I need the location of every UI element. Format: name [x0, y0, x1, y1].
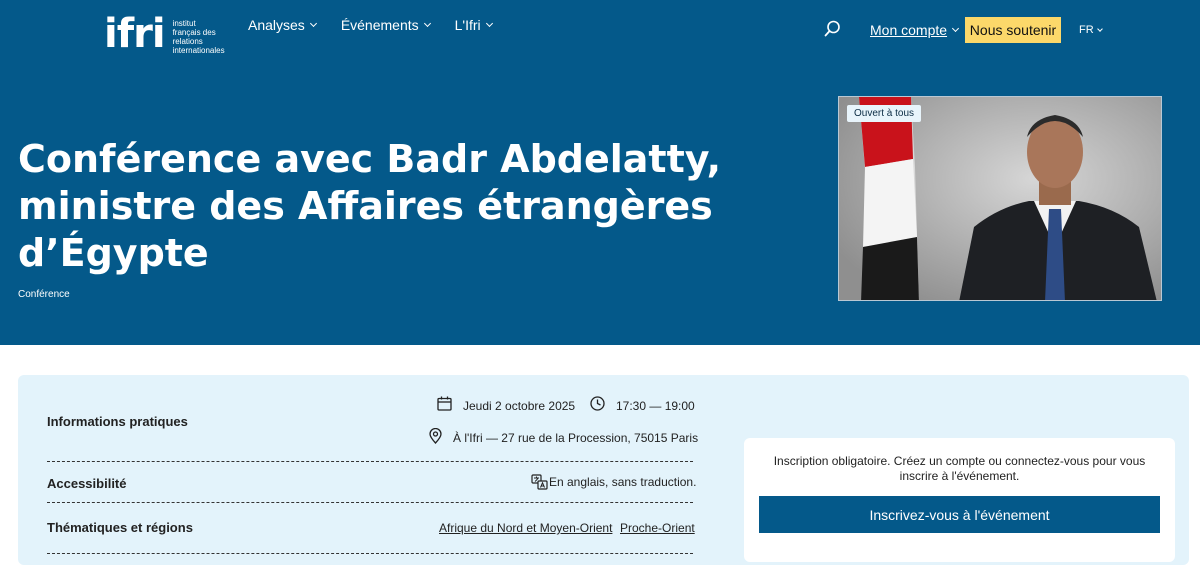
nav-item-evenements[interactable]: Événements: [340, 17, 431, 33]
location-pin-icon: [429, 428, 442, 444]
event-category: Conférence: [18, 289, 70, 300]
register-button[interactable]: Inscrivez-vous à l'événement: [759, 496, 1160, 533]
logo-line: français des: [172, 28, 216, 37]
chevron-down-icon: [309, 19, 317, 28]
language-label: FR: [1079, 24, 1094, 36]
nav-label: Analyses: [248, 17, 305, 33]
search-icon[interactable]: [824, 20, 841, 37]
chevron-down-icon: [423, 19, 431, 28]
topic-tag[interactable]: Proche-Orient: [620, 521, 695, 535]
logo-line: institut: [172, 19, 196, 28]
chevron-down-icon: [1096, 25, 1103, 32]
registration-card: Inscription obligatoire. Créez un compte…: [744, 438, 1175, 562]
nav-item-analyses[interactable]: Analyses: [248, 17, 317, 33]
account-label: Mon compte: [870, 22, 948, 38]
main-nav: Analyses Événements L'Ifri: [248, 17, 517, 33]
practical-info-panel: Informations pratiques Jeudi 2 octobre 2…: [18, 375, 1189, 565]
nav-label: Événements: [340, 17, 419, 33]
divider: [47, 553, 693, 554]
language-selector[interactable]: FR: [1079, 24, 1103, 36]
practical-info-label: Informations pratiques: [47, 414, 188, 429]
clock-icon: [590, 396, 605, 411]
event-title: Conférence avec Badr Abdelatty, ministre…: [18, 137, 721, 275]
nav-label: L'Ifri: [454, 17, 481, 33]
event-photo: Ouvert à tous: [838, 96, 1162, 301]
event-date: Jeudi 2 octobre 2025: [463, 399, 576, 413]
chevron-down-icon: [485, 19, 493, 28]
topics-label: Thématiques et régions: [47, 520, 193, 535]
account-menu[interactable]: Mon compte: [870, 22, 960, 38]
logo-mark: ifri: [104, 11, 166, 57]
event-location: À l'Ifri — 27 rue de la Procession, 7501…: [453, 431, 699, 445]
logo-line: relations: [172, 37, 203, 46]
accessibility-label: Accessibilité: [47, 476, 127, 491]
audience-badge: Ouvert à tous: [847, 105, 922, 122]
translation-icon: [531, 474, 548, 490]
divider: [47, 461, 693, 462]
ifri-logo[interactable]: ifri institut français des relations int…: [104, 14, 225, 55]
accessibility-value: En anglais, sans traduction.: [549, 475, 697, 489]
registration-text: Inscription obligatoire. Créez un compte…: [773, 454, 1146, 483]
event-hero: ifri institut français des relations int…: [0, 0, 1200, 345]
topic-tag[interactable]: Afrique du Nord et Moyen-Orient: [439, 521, 612, 535]
divider: [47, 502, 693, 503]
speaker-portrait-image: [839, 97, 1161, 300]
logo-text: institut français des relations internat…: [173, 19, 225, 55]
nav-item-lifri[interactable]: L'Ifri: [454, 17, 493, 33]
support-button[interactable]: Nous soutenir: [965, 17, 1061, 43]
calendar-icon: [437, 396, 452, 411]
event-time: 17:30 — 19:00: [616, 399, 695, 413]
logo-line: internationales: [172, 46, 225, 55]
chevron-down-icon: [952, 24, 960, 33]
